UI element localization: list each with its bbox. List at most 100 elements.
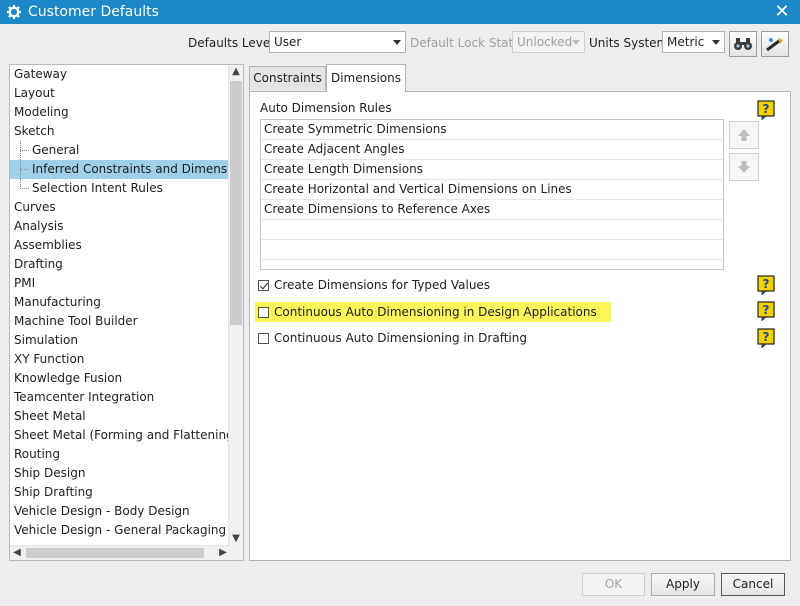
arrow-up-icon [738,129,750,141]
lock-state-value: Unlocked [517,35,573,49]
tree-item[interactable]: Sheet Metal [10,407,230,426]
question-bubble-icon: ? [757,328,775,349]
auto-dimension-rules-label: Auto Dimension Rules [260,101,392,115]
gear-icon [6,4,22,20]
tree-item[interactable]: Knowledge Fusion [10,369,230,388]
typed-values-checkbox-row[interactable]: Create Dimensions for Typed Values [258,275,490,295]
defaults-toolbar: Defaults Level User Default Lock State U… [0,31,800,57]
help-icon[interactable]: ? [757,301,775,322]
scroll-left-icon[interactable]: ◀ [10,546,24,560]
rule-item[interactable]: Create Adjacent Angles [261,140,723,160]
cancel-button[interactable]: Cancel [721,573,785,596]
tree-item[interactable]: Gateway [10,65,230,84]
svg-text:?: ? [763,277,770,291]
tree-item[interactable]: Manufacturing [10,293,230,312]
settings-panel: Constraints Dimensions Auto Dimension Ru… [249,64,791,561]
tree-item[interactable]: Teamcenter Integration [10,388,230,407]
units-system-select[interactable]: Metric [662,31,725,53]
tree-item[interactable]: Ship Design [10,464,230,483]
continuous-drafting-checkbox-row[interactable]: Continuous Auto Dimensioning in Drafting [258,328,527,348]
tree-item[interactable]: Assemblies [10,236,230,255]
tree-item[interactable]: Inferred Constraints and Dimensions [10,160,230,179]
tree-item[interactable]: Simulation [10,331,230,350]
tree-item[interactable]: Ship Drafting [10,483,230,502]
close-button[interactable]: ✕ [772,2,792,22]
question-bubble-icon: ? [757,275,775,296]
typed-values-checkbox[interactable] [258,279,269,291]
highlighted-option: Continuous Auto Dimensioning in Design A… [255,302,611,322]
lock-state-select: Unlocked [512,31,585,53]
svg-text:?: ? [763,102,770,116]
tree-horizontal-scrollbar[interactable]: ◀ ▶ [10,545,230,560]
find-setting-button[interactable] [729,31,757,57]
move-down-button[interactable] [729,153,759,181]
move-up-button[interactable] [729,121,759,149]
tree-item[interactable]: Drafting [10,255,230,274]
defaults-level-select[interactable]: User [269,31,406,53]
tree-vertical-scroll-thumb[interactable] [230,81,242,325]
binoculars-search-icon [734,38,752,50]
scroll-down-icon[interactable]: ▼ [229,532,243,546]
tree-item[interactable]: Routing [10,445,230,464]
checkbox-label: Create Dimensions for Typed Values [274,278,491,292]
help-icon[interactable]: ? [757,100,775,121]
tree-item[interactable]: Curves [10,198,230,217]
tree-item[interactable]: Vehicle Design - Body Design [10,502,230,521]
units-system-label: Units System [589,36,669,50]
dimensions-tab-content: Auto Dimension Rules ? Create Symmetric … [249,91,791,561]
scroll-up-icon[interactable]: ▲ [229,65,243,79]
tree-item[interactable]: PMI [10,274,230,293]
svg-text:?: ? [763,330,770,344]
scroll-right-icon[interactable]: ▶ [216,546,230,560]
rule-item[interactable]: Create Symmetric Dimensions [261,120,723,140]
title-bar: Customer Defaults ✕ [0,0,800,24]
lock-state-label: Default Lock State [410,36,521,50]
help-icon[interactable]: ? [757,275,775,296]
empty-rule-row [261,240,723,260]
continuous-drafting-checkbox[interactable] [258,332,269,344]
tree-item[interactable]: Machine Tool Builder [10,312,230,331]
help-icon[interactable]: ? [757,328,775,349]
manage-settings-button[interactable] [761,31,789,57]
tree-item[interactable]: Modeling [10,103,230,122]
tree-item[interactable]: Selection Intent Rules [10,179,230,198]
chevron-down-icon [712,40,720,45]
tab-dimensions[interactable]: Dimensions [326,64,406,92]
tree-item[interactable]: Analysis [10,217,230,236]
category-tree: Gateway Layout Modeling Sketch General Inferr… [10,65,230,546]
window-title: Customer Defaults [28,4,159,20]
chevron-down-icon [393,40,401,45]
tree-item[interactable]: General [10,141,230,160]
scroll-corner [229,546,243,560]
arrow-down-icon [738,161,750,173]
svg-text:?: ? [763,303,770,317]
settings-wand-icon [766,38,783,52]
ok-button[interactable]: OK [582,573,645,596]
tree-item[interactable]: Layout [10,84,230,103]
units-system-value: Metric [667,35,705,49]
empty-rule-row [261,220,723,240]
auto-dimension-rules-list[interactable]: Create Symmetric Dimensions Create Adjace… [260,119,724,270]
apply-button[interactable]: Apply [651,573,715,596]
rule-item[interactable]: Create Horizontal and Vertical Dimension… [261,180,723,200]
checkbox-label: Continuous Auto Dimensioning in Design A… [274,305,597,319]
continuous-design-checkbox-row[interactable]: Continuous Auto Dimensioning in Design A… [255,302,611,322]
tree-item[interactable]: Sheet Metal (Forming and Flattening) [10,426,230,445]
defaults-level-value: User [274,35,302,49]
defaults-level-label: Defaults Level [188,36,274,50]
tree-horizontal-scroll-thumb[interactable] [26,548,204,558]
checkbox-label: Continuous Auto Dimensioning in Drafting [274,331,527,345]
empty-rule-row [261,260,723,269]
rule-item[interactable]: Create Length Dimensions [261,160,723,180]
question-bubble-icon: ? [757,100,775,121]
tree-item[interactable]: Sketch [10,122,230,141]
tree-item[interactable]: XY Function [10,350,230,369]
category-tree-panel: Gateway Layout Modeling Sketch General Inferr… [9,64,244,561]
tree-item[interactable]: Vehicle Design - General Packaging [10,521,230,540]
rule-item[interactable]: Create Dimensions to Reference Axes [261,200,723,220]
tree-vertical-scrollbar[interactable]: ▲ ▼ [228,65,243,546]
tab-constraints[interactable]: Constraints [249,66,326,90]
chevron-down-icon [572,40,580,45]
question-bubble-icon: ? [757,301,775,322]
continuous-design-checkbox[interactable] [258,306,269,318]
